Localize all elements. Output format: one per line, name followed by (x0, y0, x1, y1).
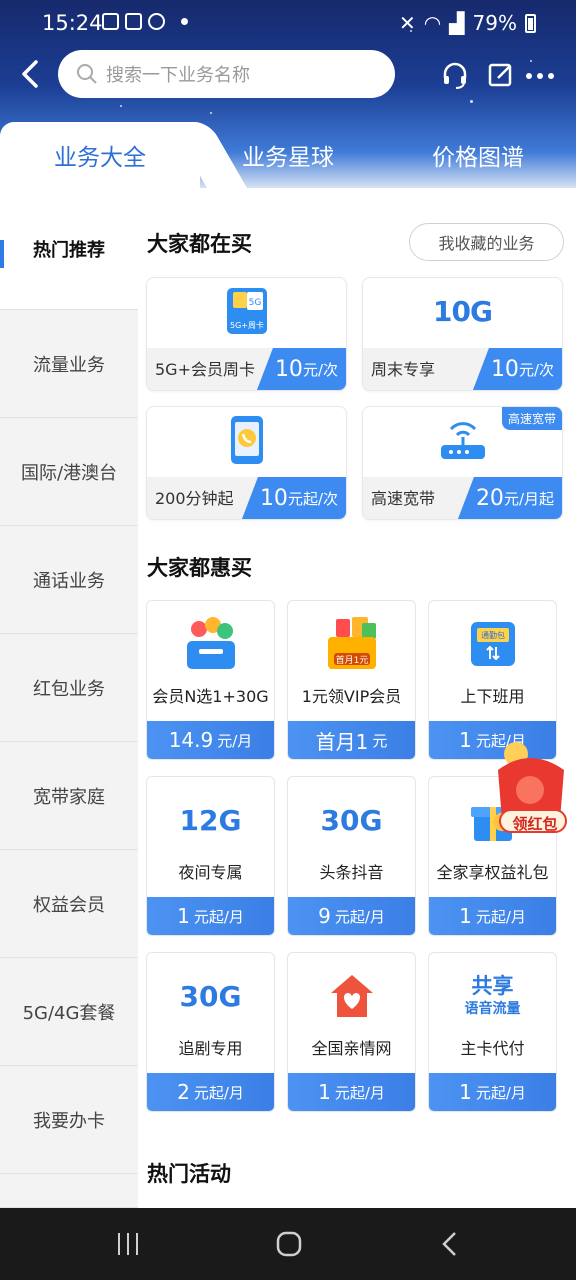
deal-name: 1元领VIP会员 (301, 687, 402, 706)
svg-text:首月1元: 首月1元 (335, 654, 368, 666)
router-icon (440, 422, 485, 459)
system-nav-bar (0, 1208, 576, 1280)
tab-service-planet[interactable]: 业务星球 (200, 122, 376, 188)
5g-card-icon: 5G 5G+周卡 (226, 288, 267, 334)
svg-text:5G: 5G (248, 298, 261, 308)
search-icon (77, 64, 97, 84)
section-title-activities: 热门活动 (147, 1162, 231, 1186)
main-content: 大家都在买 我收藏的业务 5G 5G+周卡 5G+会员周卡 10 元/次 10G … (138, 188, 576, 1208)
deal-price: 1 元起/月 (147, 897, 274, 935)
tab-bar: 业务大全 业务星球 价格图谱 (0, 122, 576, 188)
vip-gift-icon: 首月1元 (327, 617, 376, 669)
status-time: 15:24 (42, 11, 103, 35)
phone-call-icon (230, 416, 263, 464)
sidebar-item-plans[interactable]: 5G/4G套餐 (0, 958, 138, 1066)
data-amount: 12G (179, 803, 242, 837)
svg-text:通勤包: 通勤包 (481, 630, 505, 640)
product-price: 10 元起/次 (241, 477, 346, 519)
data-amount: 30G (320, 803, 383, 837)
deal-name: 上下班用 (460, 687, 525, 706)
deal-card[interactable]: 首月1元 1元领VIP会员 首月1 元 (287, 600, 416, 760)
deal-price: 首月1 元 (288, 721, 415, 759)
deal-price: 9 元起/月 (288, 897, 415, 935)
deal-name: 会员N选1+30G (152, 687, 269, 706)
family-home-icon (330, 975, 373, 1017)
product-price: 20 元/月起 (457, 477, 562, 519)
category-sidebar: 热门推荐 流量业务 国际/港澳台 通话业务 红包业务 宽带家庭 权益会员 5G/… (0, 188, 138, 1208)
signal-icon: ▟ (449, 11, 465, 35)
deal-card[interactable]: 30G 追剧专用 2 元起/月 (146, 952, 275, 1112)
search-input[interactable]: 搜索一下业务名称 (58, 50, 395, 98)
app-notification-icon (125, 13, 142, 30)
svg-text:5G+周卡: 5G+周卡 (230, 320, 264, 330)
mute-icon: ✕ (398, 11, 416, 35)
deal-card[interactable]: 12G 夜间专属 1 元起/月 (146, 776, 275, 936)
sidebar-item-international[interactable]: 国际/港澳台 (0, 418, 138, 526)
sidebar-item-new-card[interactable]: 我要办卡 (0, 1066, 138, 1174)
more-notifications-icon (181, 18, 188, 25)
deal-name: 全国亲情网 (311, 1039, 392, 1058)
section-title-deals: 大家都惠买 (147, 556, 252, 580)
sidebar-item-membership[interactable]: 权益会员 (0, 850, 138, 958)
product-name: 200分钟起 (155, 489, 234, 508)
product-name: 周末专享 (371, 360, 436, 379)
sidebar-item-data[interactable]: 流量业务 (0, 310, 138, 418)
recent-apps-icon[interactable] (116, 1230, 140, 1258)
deal-card[interactable]: 全国亲情网 1 元起/月 (287, 952, 416, 1112)
product-card[interactable]: 200分钟起 10 元起/次 (146, 406, 347, 520)
commute-pack-icon: 通勤包 (470, 622, 515, 666)
deal-price: 1 元起/月 (429, 897, 556, 935)
product-card[interactable]: 高速宽带 高速宽带 20 元/月起 (362, 406, 563, 520)
gallery-icon (102, 13, 119, 30)
product-name: 高速宽带 (371, 489, 436, 508)
red-packet-label: 领红包 (512, 815, 558, 833)
deal-name: 全家享权益礼包 (436, 863, 549, 882)
sidebar-item-broadband[interactable]: 宽带家庭 (0, 742, 138, 850)
more-icon[interactable] (524, 60, 554, 90)
edit-icon[interactable] (486, 60, 516, 90)
deal-card[interactable]: 共享 语音流量 主卡代付 1 元起/月 (428, 952, 557, 1112)
deal-price: 14.9 元/月 (147, 721, 274, 759)
deal-name: 头条抖音 (319, 863, 384, 882)
deal-price: 1 元起/月 (429, 1073, 556, 1111)
share-label: 共享 (471, 974, 514, 998)
sidebar-item-hot[interactable]: 热门推荐 (0, 188, 138, 310)
sidebar-item-red-packet[interactable]: 红包业务 (0, 634, 138, 742)
back-nav-icon[interactable] (440, 1230, 460, 1258)
favorites-button[interactable]: 我收藏的业务 (409, 223, 564, 261)
back-button[interactable] (14, 56, 54, 96)
header: 15:24 ✕ ◠ ▟ 79% 搜索一下业务名称 业务大全 业务星球 价格图谱 (0, 0, 576, 190)
product-name: 5G+会员周卡 (155, 360, 255, 379)
data-amount: 10G (433, 294, 493, 328)
tab-all-services[interactable]: 业务大全 (0, 122, 200, 188)
deal-card[interactable]: 通勤包 上下班用 1 元起/月 (428, 600, 557, 760)
share-sublabel: 语音流量 (464, 1001, 521, 1017)
cloud-icon (148, 13, 165, 30)
section-title-popular: 大家都在买 (147, 232, 252, 256)
battery-percent: 79% (472, 11, 517, 35)
red-packet-float-button[interactable]: 领红包 (490, 740, 572, 840)
home-icon[interactable] (276, 1230, 302, 1258)
deal-price: 1 元起/月 (288, 1073, 415, 1111)
status-bar: 15:24 ✕ ◠ ▟ 79% (0, 0, 576, 48)
product-card[interactable]: 10G 周末专享 10 元/次 (362, 277, 563, 391)
sidebar-item-more[interactable] (0, 1174, 138, 1208)
product-card[interactable]: 5G 5G+周卡 5G+会员周卡 10 元/次 (146, 277, 347, 391)
member-box-icon (186, 617, 235, 669)
wifi-icon: ◠ (423, 11, 442, 35)
tab-price-map[interactable]: 价格图谱 (390, 122, 566, 188)
battery-icon (525, 13, 536, 33)
deal-card[interactable]: 会员N选1+30G 14.9 元/月 (146, 600, 275, 760)
headset-icon[interactable] (440, 60, 470, 90)
deal-card[interactable]: 30G 头条抖音 9 元起/月 (287, 776, 416, 936)
data-amount: 30G (179, 979, 242, 1013)
search-bar-row: 搜索一下业务名称 (0, 48, 576, 104)
deal-name: 主卡代付 (460, 1039, 525, 1058)
deal-name: 夜间专属 (178, 863, 243, 882)
sidebar-item-calls[interactable]: 通话业务 (0, 526, 138, 634)
deal-price: 2 元起/月 (147, 1073, 274, 1111)
search-placeholder: 搜索一下业务名称 (106, 65, 250, 86)
deal-name: 追剧专用 (178, 1039, 243, 1058)
